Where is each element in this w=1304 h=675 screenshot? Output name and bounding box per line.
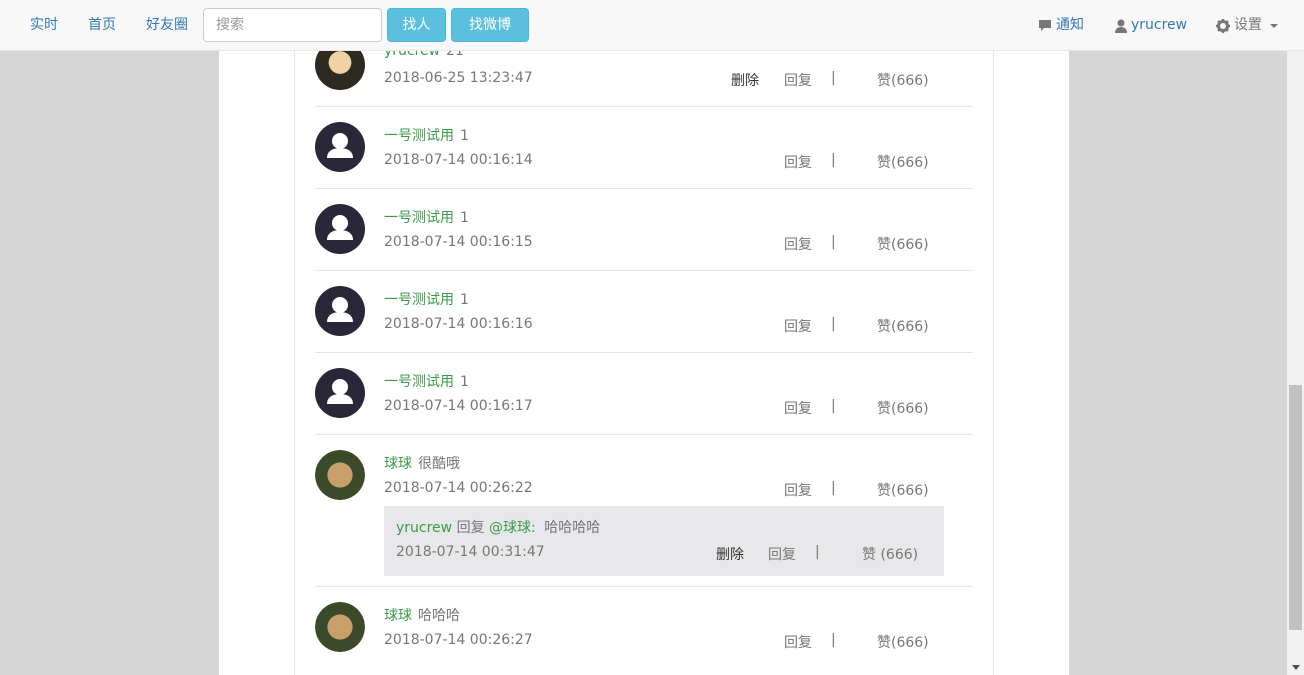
comment-item: 球球 哈哈哈 2018-07-14 00:26:27 回复 | 赞(666) xyxy=(315,587,973,675)
comment-text: 哈哈哈 xyxy=(418,608,460,624)
find-people-button[interactable]: 找人 xyxy=(387,8,446,42)
comment-item: 一号测试用 1 2018-07-14 00:16:15 回复 | 赞(666) xyxy=(315,189,973,271)
reply-button[interactable]: 回复 xyxy=(768,544,796,564)
notify-link[interactable]: 通知 xyxy=(1038,0,1084,51)
action-separator: | xyxy=(831,70,836,86)
user-link[interactable]: yrucrew xyxy=(1115,0,1187,51)
comment-item: 一号测试用 1 2018-07-14 00:16:16 回复 | 赞(666) xyxy=(315,271,973,353)
comment-time: 2018-07-14 00:26:22 xyxy=(384,480,533,496)
nav-realtime[interactable]: 实时 xyxy=(30,0,58,51)
comment-user[interactable]: 一号测试用 xyxy=(384,374,454,390)
comment-user[interactable]: 一号测试用 xyxy=(384,292,454,308)
comment-header: 球球 很酷哦 xyxy=(384,453,460,473)
gear-icon xyxy=(1216,18,1230,33)
comment-header: 一号测试用 1 xyxy=(384,371,469,391)
reply-button[interactable]: 回复 xyxy=(784,152,812,172)
comment-time: 2018-07-14 00:16:15 xyxy=(384,234,533,250)
avatar[interactable] xyxy=(315,602,365,652)
action-separator: | xyxy=(831,480,836,496)
like-button[interactable]: 赞 (666) xyxy=(862,544,918,564)
comment-text: 1 xyxy=(460,292,469,308)
like-button[interactable]: 赞(666) xyxy=(877,480,929,500)
comment-header: 一号测试用 1 xyxy=(384,289,469,309)
nested-reply: yrucrew 回复 @球球: 哈哈哈哈 2018-07-14 00:31:47… xyxy=(384,506,944,576)
reply-button[interactable]: 回复 xyxy=(784,234,812,254)
user-icon xyxy=(1115,19,1127,33)
action-separator: | xyxy=(831,152,836,168)
reply-verb: 回复 xyxy=(456,520,485,536)
comment-user[interactable]: 球球 xyxy=(384,608,412,624)
notify-label: 通知 xyxy=(1056,17,1084,33)
delete-button[interactable]: 删除 xyxy=(716,544,744,564)
comment-header: 一号测试用 1 xyxy=(384,207,469,227)
delete-button[interactable]: 删除 xyxy=(731,70,759,90)
settings-dropdown[interactable]: 设置 xyxy=(1216,0,1278,51)
top-navbar: 实时 首页 好友圈 找人 找微博 通知 yrucrew 设置 xyxy=(0,0,1304,51)
reply-button[interactable]: 回复 xyxy=(784,398,812,418)
default-user-icon xyxy=(327,133,353,158)
action-separator: | xyxy=(831,398,836,414)
like-button[interactable]: 赞(666) xyxy=(877,316,929,336)
nav-home[interactable]: 首页 xyxy=(88,0,116,51)
like-button[interactable]: 赞(666) xyxy=(877,234,929,254)
chevron-down-icon xyxy=(1270,23,1278,28)
like-button[interactable]: 赞(666) xyxy=(877,152,929,172)
like-button[interactable]: 赞(666) xyxy=(877,398,929,418)
reply-time: 2018-07-14 00:31:47 xyxy=(396,544,545,560)
reply-text: 哈哈哈哈 xyxy=(544,520,601,536)
comment-time: 2018-07-14 00:16:16 xyxy=(384,316,533,332)
comment-text: 1 xyxy=(460,374,469,390)
comment-time: 2018-07-14 00:16:17 xyxy=(384,398,533,414)
like-button[interactable]: 赞(666) xyxy=(877,70,929,90)
like-button[interactable]: 赞(666) xyxy=(877,632,929,652)
avatar[interactable] xyxy=(315,286,365,336)
avatar[interactable] xyxy=(315,122,365,172)
action-separator: | xyxy=(831,316,836,332)
comment-item: 一号测试用 1 2018-07-14 00:16:14 回复 | 赞(666) xyxy=(315,107,973,189)
username-label: yrucrew xyxy=(1131,17,1188,33)
comment-icon xyxy=(1038,19,1052,32)
comment-item: 一号测试用 1 2018-07-14 00:16:17 回复 | 赞(666) xyxy=(315,353,973,435)
search-input[interactable] xyxy=(203,8,382,42)
reply-user[interactable]: yrucrew xyxy=(396,520,452,536)
page-scrollbar[interactable] xyxy=(1287,0,1304,675)
find-weibo-button[interactable]: 找微博 xyxy=(451,8,529,42)
comment-time: 2018-07-14 00:26:27 xyxy=(384,632,533,648)
avatar[interactable] xyxy=(315,204,365,254)
action-separator: | xyxy=(831,234,836,250)
default-user-icon xyxy=(327,379,353,404)
comment-header: 球球 哈哈哈 xyxy=(384,605,460,625)
comment-text: 1 xyxy=(460,128,469,144)
settings-label: 设置 xyxy=(1234,17,1262,33)
nav-friends[interactable]: 好友圈 xyxy=(146,0,188,51)
reply-button[interactable]: 回复 xyxy=(784,316,812,336)
comment-user[interactable]: 球球 xyxy=(384,456,412,472)
reply-header: yrucrew 回复 @球球: 哈哈哈哈 xyxy=(396,517,600,537)
default-user-icon xyxy=(327,215,353,240)
avatar[interactable] xyxy=(315,450,365,500)
reply-button[interactable]: 回复 xyxy=(784,480,812,500)
default-user-icon xyxy=(327,297,353,322)
comment-text: 很酷哦 xyxy=(418,456,460,472)
scroll-thumb[interactable] xyxy=(1289,385,1302,630)
comment-header: 一号测试用 1 xyxy=(384,125,469,145)
reply-button[interactable]: 回复 xyxy=(784,70,812,90)
comment-user[interactable]: 一号测试用 xyxy=(384,128,454,144)
comment-time: 2018-06-25 13:23:47 xyxy=(384,70,533,86)
action-separator: | xyxy=(815,544,820,560)
action-separator: | xyxy=(831,632,836,648)
reply-target[interactable]: @球球: xyxy=(489,520,536,536)
avatar[interactable] xyxy=(315,368,365,418)
comment-time: 2018-07-14 00:16:14 xyxy=(384,152,533,168)
comment-user[interactable]: 一号测试用 xyxy=(384,210,454,226)
comment-text: 1 xyxy=(460,210,469,226)
reply-button[interactable]: 回复 xyxy=(784,632,812,652)
scroll-down-icon[interactable] xyxy=(1292,665,1300,670)
